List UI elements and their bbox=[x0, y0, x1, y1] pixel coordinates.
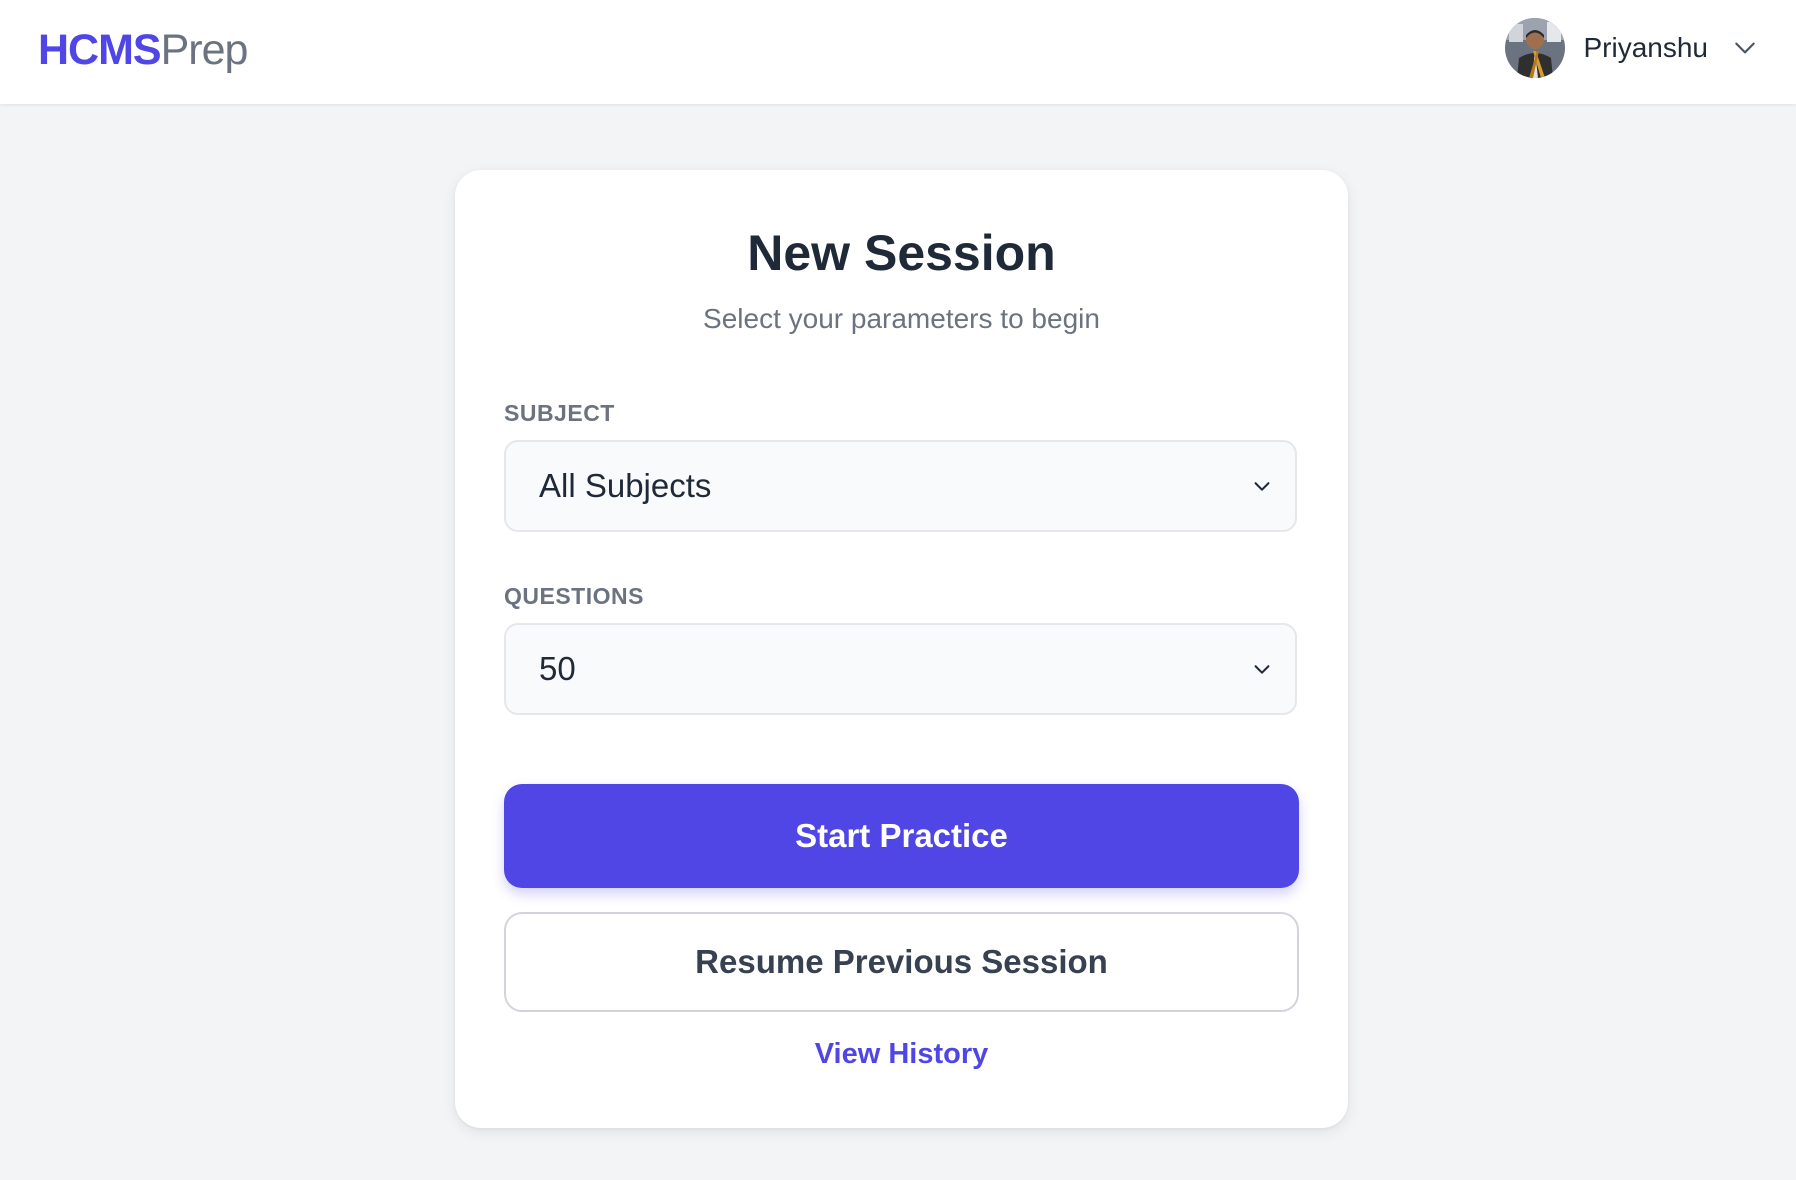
subject-select-value: All Subjects bbox=[539, 467, 712, 504]
card-title: New Session bbox=[747, 225, 1056, 281]
chevron-down-icon[interactable] bbox=[1732, 35, 1758, 61]
questions-select[interactable]: 50 bbox=[504, 623, 1297, 715]
questions-select-value: 50 bbox=[539, 650, 576, 687]
avatar-photo-icon bbox=[1505, 18, 1566, 78]
new-session-card: New Session Select your parameters to be… bbox=[455, 170, 1348, 1128]
card-subtitle: Select your parameters to begin bbox=[703, 303, 1100, 334]
view-history-link[interactable]: View History bbox=[455, 1038, 1348, 1071]
user-menu[interactable]: Priyanshu bbox=[1505, 17, 1758, 79]
user-avatar bbox=[1505, 18, 1566, 78]
brand-logo[interactable]: HCMSPrep bbox=[38, 24, 249, 76]
brand-logo-bold: HCMS bbox=[38, 26, 162, 74]
chevron-down-icon bbox=[1254, 482, 1270, 491]
subject-select[interactable]: All Subjects bbox=[504, 440, 1297, 532]
user-name: Priyanshu bbox=[1583, 32, 1708, 63]
subject-label: SUBJECT bbox=[504, 400, 615, 426]
questions-label: QUESTIONS bbox=[504, 583, 644, 609]
resume-session-button[interactable]: Resume Previous Session bbox=[504, 912, 1299, 1012]
top-navbar: HCMSPrep Priyanshu bbox=[0, 0, 1796, 104]
chevron-down-icon bbox=[1254, 665, 1270, 674]
start-practice-button[interactable]: Start Practice bbox=[504, 784, 1299, 888]
brand-logo-light: Prep bbox=[160, 26, 249, 74]
